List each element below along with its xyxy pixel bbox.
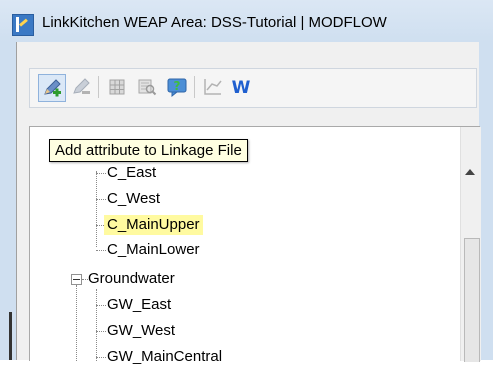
- line-chart-icon: [204, 79, 222, 95]
- tree-connector: [96, 331, 106, 332]
- collapse-groundwater-icon[interactable]: [71, 274, 82, 285]
- table-search-icon: [138, 79, 157, 96]
- tree-item-c-mainlower[interactable]: C_MainLower: [107, 240, 200, 260]
- tree-connector: [96, 250, 106, 251]
- add-attribute-button[interactable]: [38, 74, 66, 102]
- tree-item-gw-east[interactable]: GW_East: [107, 295, 171, 315]
- tree-item-c-mainupper[interactable]: C_MainUpper: [104, 215, 203, 235]
- tree-connector: [96, 173, 106, 174]
- tree-item-c-east[interactable]: C_East: [107, 163, 156, 183]
- help-chat-icon: ?: [167, 78, 187, 98]
- help-button[interactable]: ?: [164, 74, 190, 100]
- linkkitchen-app-icon: [12, 14, 34, 36]
- scroll-up-arrow-icon[interactable]: [465, 169, 475, 175]
- svg-text:?: ?: [174, 79, 181, 93]
- window-title: LinkKitchen WEAP Area: DSS-Tutorial | MO…: [42, 14, 387, 31]
- remove-attribute-button[interactable]: [68, 74, 94, 100]
- grid-icon: [109, 79, 125, 95]
- tree-item-gw-west[interactable]: GW_West: [107, 321, 175, 341]
- tree-connector: [96, 357, 106, 358]
- toolbar-separator: [98, 76, 99, 98]
- pencil-remove-icon: [73, 78, 90, 94]
- table-search-button[interactable]: [134, 74, 160, 100]
- tree-connector: [96, 171, 97, 247]
- toolbar-separator: [194, 76, 195, 98]
- tree-connector: [76, 285, 77, 361]
- tree-connector: [96, 289, 97, 361]
- chart-button[interactable]: [200, 74, 226, 100]
- scroll-thumb[interactable]: [464, 238, 480, 362]
- title-bar: LinkKitchen WEAP Area: DSS-Tutorial | MO…: [0, 0, 493, 43]
- vertical-scrollbar[interactable]: [460, 127, 481, 362]
- tooltip-add-attribute: Add attribute to Linkage File: [49, 139, 248, 162]
- pencil-add-icon: [44, 79, 61, 97]
- svg-text:W: W: [232, 78, 251, 98]
- tree-item-gw-maincentral[interactable]: GW_MainCentral: [107, 347, 222, 367]
- tree-connector: [96, 199, 106, 200]
- toolbar: ? W: [29, 68, 477, 108]
- weap-w-icon: W: [232, 78, 251, 98]
- grid-button[interactable]: [104, 74, 130, 100]
- window-frame-left: [0, 42, 16, 360]
- main-panel: ? W C_East C_West C_MainUpper C_MainLowe…: [16, 42, 481, 365]
- tree-connector: [96, 305, 106, 306]
- tree-item-c-west[interactable]: C_West: [107, 189, 160, 209]
- weap-button[interactable]: W: [228, 74, 254, 100]
- tree-item-groundwater[interactable]: Groundwater: [88, 269, 175, 289]
